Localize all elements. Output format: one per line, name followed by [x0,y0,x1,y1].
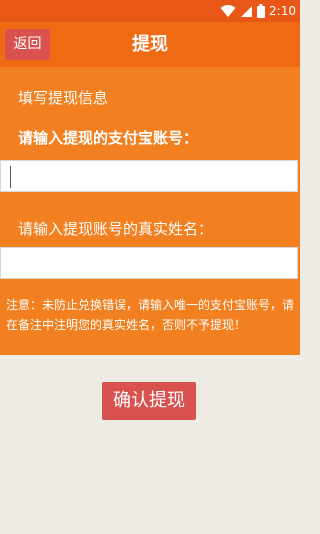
alipay-account-label: 请输入提现的支付宝账号： [18,129,199,147]
alipay-account-field[interactable] [0,160,298,192]
notice-text: 注意：未防止兑换错误，请输入唯一的支付宝账号，请在备注中注明您的真实姓名，否则不… [6,298,295,332]
signal-icon [240,5,253,18]
status-icons: 2:10 [220,3,296,19]
real-name-input[interactable] [1,248,297,278]
status-bar: 2:10 [0,0,300,22]
section-title: 填写提现信息 [18,89,109,107]
real-name-label: 请输入提现账号的真实姓名： [18,220,214,238]
back-button[interactable]: 返回 [5,29,50,60]
withdraw-form: 填写提现信息 请输入提现的支付宝账号： 请输入提现账号的真实姓名： 注意：未防止… [0,67,300,355]
alipay-account-input[interactable] [1,161,297,191]
header-bar: 提现 返回 [0,22,300,67]
status-time: 2:10 [269,4,296,18]
confirm-withdraw-button[interactable]: 确认提现 [102,382,196,420]
text-cursor [10,166,11,188]
battery-icon [257,4,266,18]
wifi-icon [220,4,236,18]
real-name-field[interactable] [0,247,298,279]
